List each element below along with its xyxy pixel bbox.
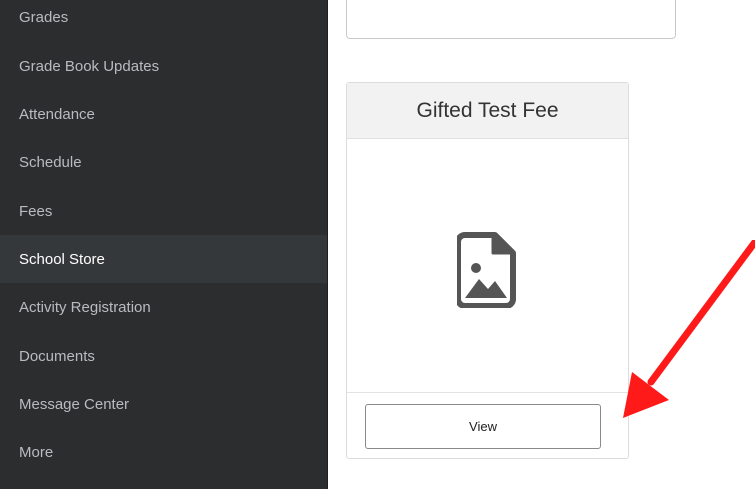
store-item-card: Gifted Test Fee View bbox=[346, 82, 629, 459]
view-button[interactable]: View bbox=[365, 404, 601, 449]
sidebar-item-message-center[interactable]: Message Center bbox=[0, 380, 327, 428]
sidebar-item-activity-registration[interactable]: Activity Registration bbox=[0, 283, 327, 331]
sidebar-item-label: Message Center bbox=[19, 395, 130, 413]
image-placeholder-icon bbox=[457, 232, 516, 308]
sidebar-item-grade-book-updates[interactable]: Grade Book Updates bbox=[0, 42, 327, 90]
page: Grades Grade Book Updates Attendance Sch… bbox=[0, 0, 755, 489]
sidebar-item-schedule[interactable]: Schedule bbox=[0, 138, 327, 186]
sidebar-nav: Grades Grade Book Updates Attendance Sch… bbox=[0, 0, 328, 489]
sidebar-item-label: Fees bbox=[19, 202, 53, 220]
previous-store-card bbox=[346, 0, 676, 39]
sidebar-item-more[interactable]: More bbox=[0, 428, 327, 476]
sidebar-item-attendance[interactable]: Attendance bbox=[0, 90, 327, 138]
sidebar-item-label: Attendance bbox=[19, 105, 95, 123]
store-item-image bbox=[347, 139, 628, 393]
sidebar-item-label: Documents bbox=[19, 347, 95, 365]
sidebar-item-label: School Store bbox=[19, 250, 105, 268]
sidebar-item-label: Grades bbox=[19, 8, 69, 26]
store-item-title: Gifted Test Fee bbox=[347, 83, 628, 139]
sidebar-item-school-store[interactable]: School Store bbox=[0, 235, 327, 283]
sidebar-item-fees[interactable]: Fees bbox=[0, 187, 327, 235]
sidebar-item-label: Schedule bbox=[19, 153, 82, 171]
sidebar-item-label: Activity Registration bbox=[19, 298, 151, 316]
red-arrow-pointing-to-view-button bbox=[623, 240, 755, 418]
sidebar-item-label: More bbox=[19, 443, 54, 461]
sidebar-item-grades[interactable]: Grades bbox=[0, 0, 327, 41]
store-item-footer: View bbox=[347, 392, 628, 459]
sidebar-item-label: Grade Book Updates bbox=[19, 57, 160, 75]
sidebar-item-documents[interactable]: Documents bbox=[0, 332, 327, 380]
